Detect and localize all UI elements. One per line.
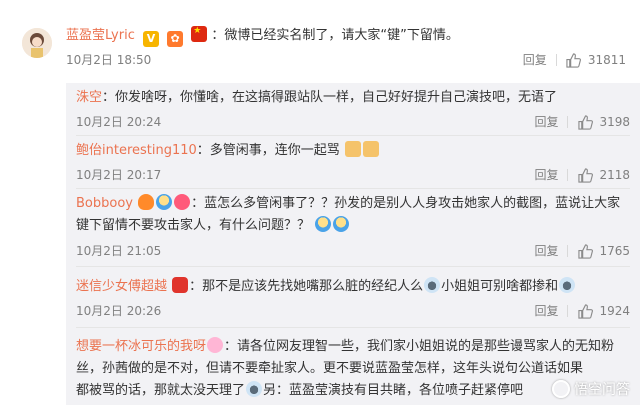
thumbs-down-emoji-icon <box>344 141 361 157</box>
fire-badge-icon <box>138 194 155 210</box>
thumbs-up-icon <box>566 52 582 68</box>
reply-text: ：多管闲事，连你一起骂 <box>196 143 340 158</box>
divider <box>567 169 569 181</box>
main-comment-time: 10月2日 18:50 <box>66 53 152 67</box>
reply-username[interactable]: 想要一杯冰可乐的我呀 <box>76 339 206 354</box>
divider <box>76 266 630 267</box>
like-count: 1924 <box>599 304 630 318</box>
reply-button[interactable]: 回复 <box>534 112 558 132</box>
wukong-logo-icon <box>552 380 570 398</box>
emoji-icon <box>246 381 263 397</box>
avatar-image-icon <box>22 28 52 58</box>
divider <box>76 135 630 136</box>
reply-text-continued: 键下留情不要攻击家人，有什么问题？？ <box>76 218 311 233</box>
main-comment: 蓝盈莹Lyric V ✿ ★ ：微博已经实名制了，请大家“键”下留情。 10月2… <box>0 0 640 78</box>
cheer-emoji-icon <box>315 216 332 232</box>
divider <box>76 188 630 189</box>
watermark: 悟空问答 <box>552 379 630 399</box>
verified-badge-icon: V <box>143 31 159 47</box>
divider <box>567 305 569 317</box>
member-badge-icon: ✿ <box>167 31 184 47</box>
like-button[interactable]: 1765 <box>577 241 630 261</box>
reply-button[interactable]: 回复 <box>534 241 558 261</box>
reply-text: ：蓝怎么多管闲事了？？孙发的是别人人身攻击她家人的截图，蓝说让大家 <box>191 196 621 211</box>
reply-text: ：那不是应该先找她嘴那么脏的经纪人么 <box>189 279 424 294</box>
reply-username[interactable]: 鲍佁interesting110 <box>76 143 197 158</box>
like-count: 3198 <box>599 115 630 129</box>
reply-text-continued: 小姐姐可别啥都掺和 <box>441 279 559 294</box>
reply-text-continued: 丝，孙茜做的是不对，但请不要牵扯家人。更不要说蓝盈莹怎样，这年头说句公道话如果 <box>76 361 584 376</box>
balloon-badge-icon <box>207 337 224 353</box>
reply-list: 洙空：你发啥呀，你懂啥，在这搞得跟站队一样，自己好好提升自己演技吧，无语了 10… <box>66 83 640 405</box>
reply-time: 10月2日 20:24 <box>76 115 162 129</box>
reply-text-continued: 另：蓝盈莹演技有目共睹，各位喷子赶紧停吧 <box>263 383 524 398</box>
divider <box>567 245 569 257</box>
thumbs-up-icon <box>577 114 593 130</box>
thumbs-up-icon <box>577 167 593 183</box>
reply-text-continued: 都被骂的话，那就太没天理了 <box>76 383 246 398</box>
divider <box>76 327 630 328</box>
reply-text: ：请各位网友理智一些，我们家小姐姐说的是那些谩骂家人的无知粉 <box>224 339 615 354</box>
thumbs-up-icon <box>577 303 593 319</box>
reply-time: 10月2日 21:05 <box>76 244 162 258</box>
like-button[interactable]: 2118 <box>577 165 630 185</box>
watermark-text: 悟空问答 <box>574 382 630 398</box>
reply-username[interactable]: 迷信少女傅超越 <box>76 279 167 294</box>
china-flag-icon: ★ <box>191 26 208 42</box>
flag-star: ★ <box>193 26 202 36</box>
car-badge-icon <box>172 277 189 293</box>
donut-badge-icon <box>174 194 191 210</box>
thumbs-up-icon <box>577 243 593 259</box>
thumbs-down-emoji-icon <box>362 141 379 157</box>
cheer-emoji-icon <box>333 216 350 232</box>
main-username[interactable]: 蓝盈莹Lyric <box>66 28 135 43</box>
reply-time: 10月2日 20:17 <box>76 168 162 182</box>
like-count: 2118 <box>599 168 630 182</box>
reply-username[interactable]: Bobbooy <box>76 196 133 211</box>
crying-emoji-icon <box>559 277 576 293</box>
crying-emoji-icon <box>424 277 441 293</box>
reply-button[interactable]: 回复 <box>523 50 547 70</box>
divider <box>567 116 569 128</box>
like-count: 31811 <box>587 53 626 67</box>
reply-button[interactable]: 回复 <box>534 165 558 185</box>
like-button[interactable]: 3198 <box>577 112 630 132</box>
avatar[interactable] <box>22 28 52 58</box>
reply-time: 10月2日 20:26 <box>76 304 162 318</box>
member-badge-icon <box>156 194 173 210</box>
reply-text: ：你发啥呀，你懂啥，在这搞得跟站队一样，自己好好提升自己演技吧，无语了 <box>102 90 558 105</box>
reply-username[interactable]: 洙空 <box>76 90 102 105</box>
divider <box>555 54 557 66</box>
like-count: 1765 <box>599 244 630 258</box>
like-button[interactable]: 1924 <box>577 301 630 321</box>
main-comment-text: ：微博已经实名制了，请大家“键”下留情。 <box>211 28 459 43</box>
reply-button[interactable]: 回复 <box>534 301 558 321</box>
like-button[interactable]: 31811 <box>566 50 626 70</box>
